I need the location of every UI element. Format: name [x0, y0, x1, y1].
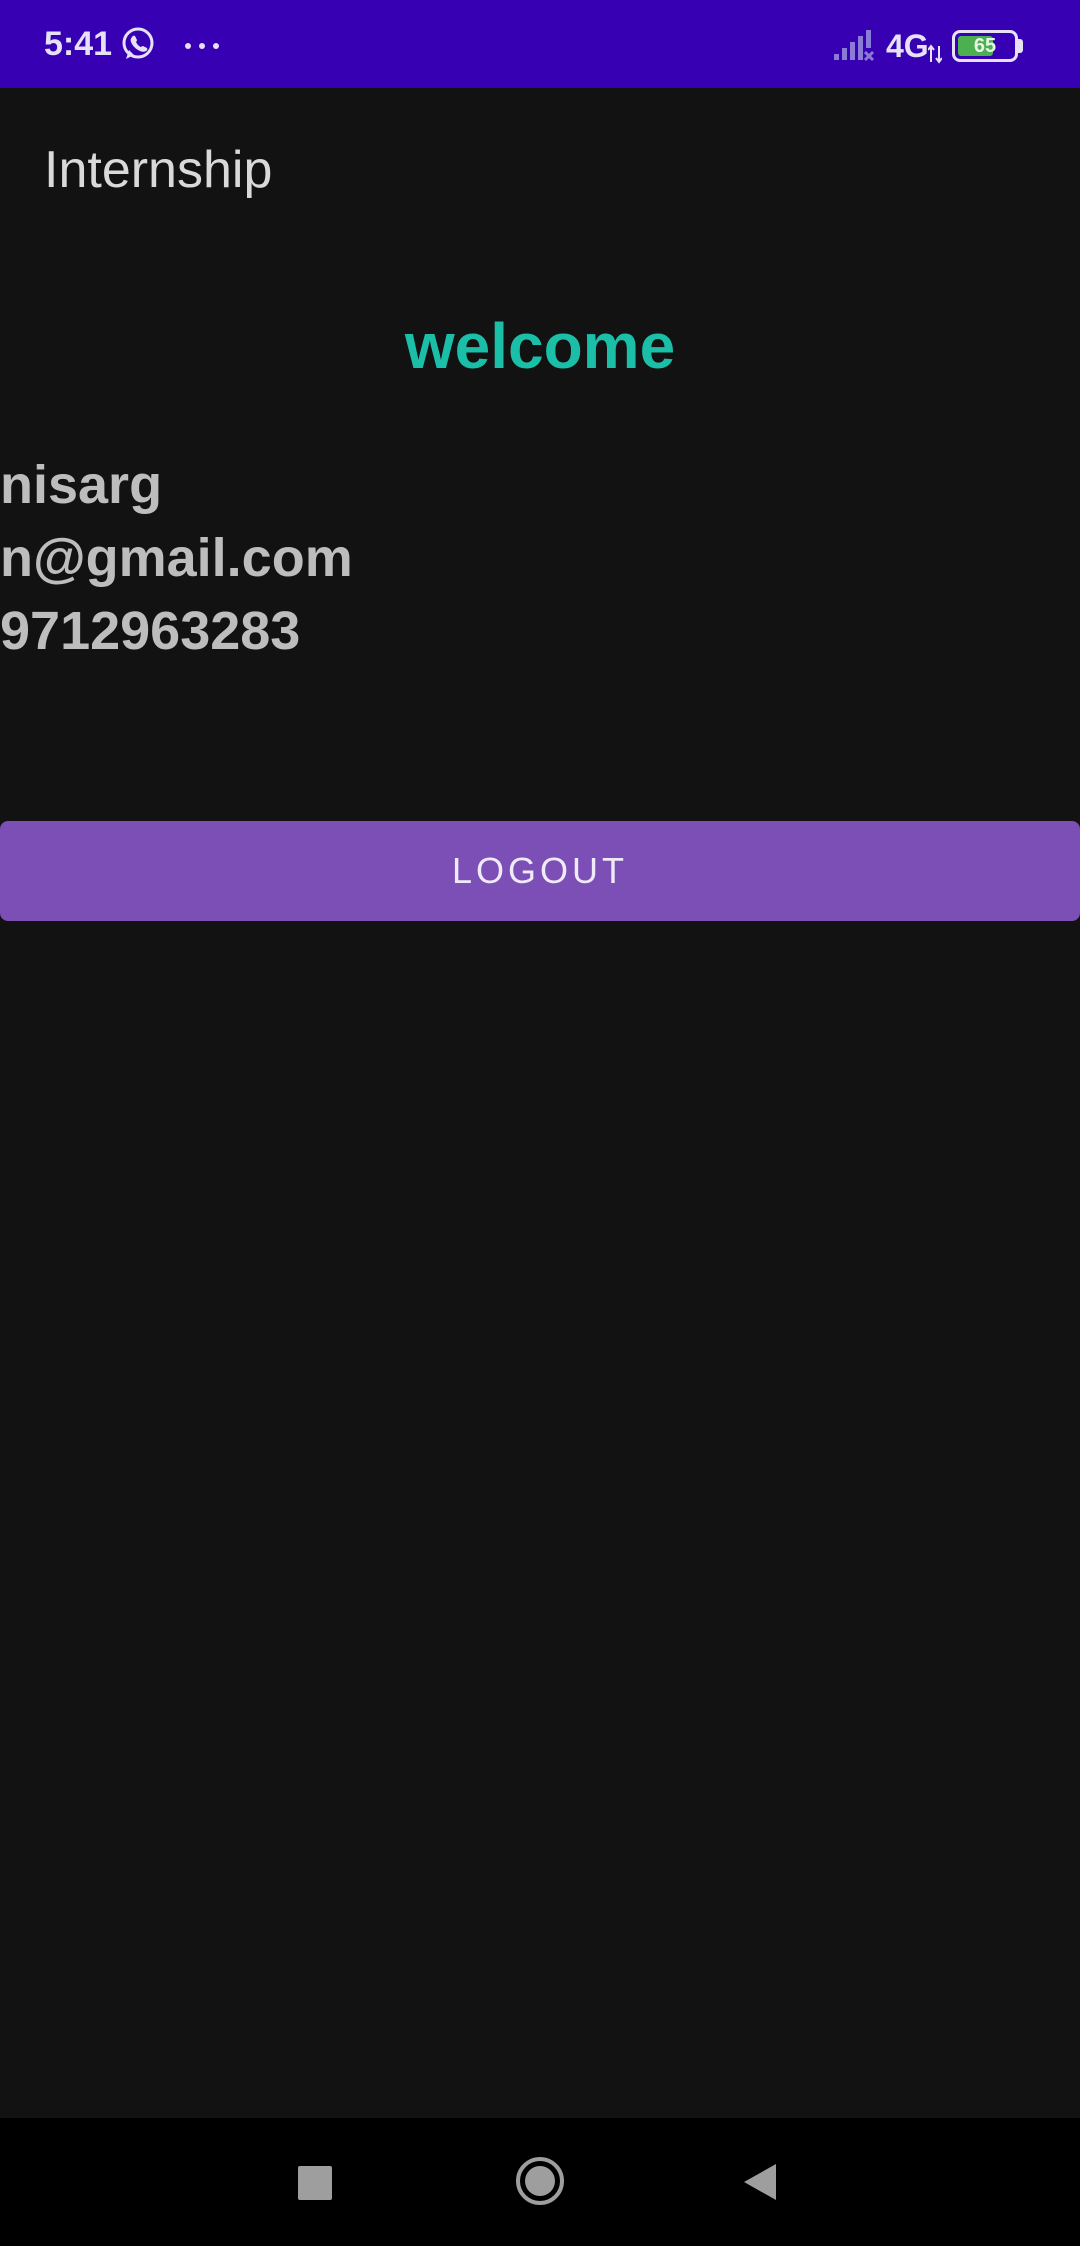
whatsapp-icon	[122, 27, 154, 59]
home-icon[interactable]	[515, 2156, 565, 2206]
logout-button[interactable]: LOGOUT	[0, 821, 1080, 921]
back-icon[interactable]	[742, 2162, 778, 2202]
app-bar: Internship	[0, 88, 1080, 248]
user-name: nisarg	[0, 455, 163, 515]
user-email: n@gmail.com	[0, 528, 353, 588]
battery-percent: 65	[973, 35, 997, 57]
user-phone: 9712963283	[0, 601, 301, 661]
network-type: 4G	[886, 28, 929, 64]
battery-icon: 65	[952, 30, 1018, 62]
screen: 5:41 4G 65 Internship welcome nisarg n@g…	[0, 0, 1080, 2246]
status-time: 5:41	[44, 25, 113, 63]
signal-icon	[834, 30, 875, 62]
status-bar: 5:41 4G 65	[0, 0, 1080, 88]
recents-icon[interactable]	[298, 2166, 332, 2200]
network-arrows-icon	[928, 44, 942, 64]
battery-nub	[1018, 39, 1023, 53]
navigation-bar	[0, 2118, 1080, 2246]
more-dots-icon	[185, 43, 219, 49]
welcome-heading: welcome	[404, 310, 676, 382]
app-title: Internship	[44, 141, 273, 199]
